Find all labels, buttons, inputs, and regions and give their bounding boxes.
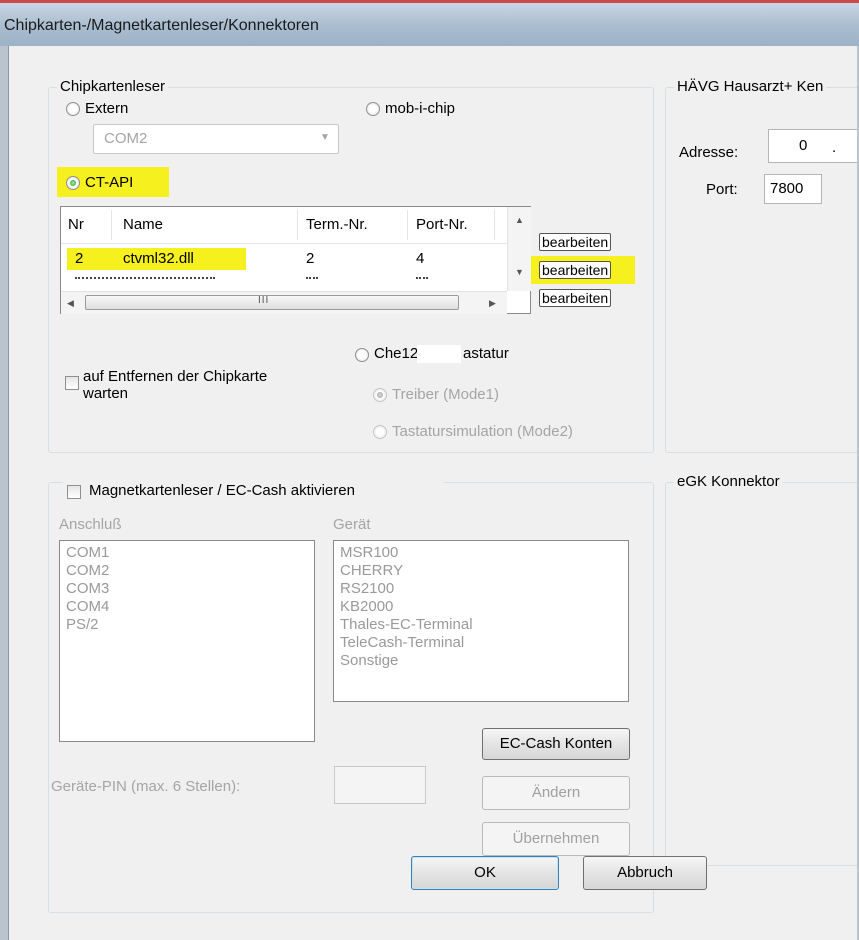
column-divider xyxy=(407,210,408,240)
table-row[interactable]: 2 ctvml32.dll 2 4 xyxy=(61,245,507,271)
port-list-item[interactable]: COM4 xyxy=(66,598,314,616)
port-label: Port: xyxy=(706,181,738,198)
col-header-nr[interactable]: Nr xyxy=(68,216,84,233)
ctapi-table: Nr Name Term.-Nr. Port-Nr. 2 ctvml32.dll… xyxy=(60,206,531,314)
table-header: Nr Name Term.-Nr. Port-Nr. xyxy=(61,207,507,244)
magnet-activate-label: Magnetkartenleser / EC-Cash aktivieren xyxy=(89,482,355,499)
port-header: Anschluß xyxy=(59,516,122,533)
extern-label: Extern xyxy=(85,100,129,117)
port-list-item[interactable]: COM1 xyxy=(66,544,314,562)
mode2-label: Tastatursimulation (Mode2) xyxy=(392,423,573,440)
vertical-scrollbar[interactable]: ▲ ▼ xyxy=(507,207,531,291)
scroll-down-icon[interactable]: ▼ xyxy=(515,267,524,277)
ok-button[interactable]: OK xyxy=(411,856,559,890)
mode1-label: Treiber (Mode1) xyxy=(392,386,499,403)
device-header: Gerät xyxy=(333,516,371,533)
scroll-left-icon[interactable]: ◀ xyxy=(67,298,74,309)
cell-name: ctvml32.dll xyxy=(123,250,194,267)
scroll-up-icon[interactable]: ▲ xyxy=(515,215,524,225)
pin-field[interactable] xyxy=(334,766,426,804)
title-bar: Chipkarten-/Magnetkartenleser/Konnektore… xyxy=(0,0,859,46)
partial-row-text xyxy=(306,271,318,279)
mobichip-radio[interactable] xyxy=(366,102,380,116)
col-header-port[interactable]: Port-Nr. xyxy=(416,216,468,233)
cell-port: 4 xyxy=(416,250,425,267)
cancel-button[interactable]: Abbruch xyxy=(583,856,707,890)
col-header-name[interactable]: Name xyxy=(123,216,163,233)
egk-group: eGK Konnektor xyxy=(665,473,859,866)
column-divider xyxy=(297,210,298,240)
dialog-body: Chipkartenleser Extern mob-i-chip COM2 ▼… xyxy=(8,46,859,940)
ec-cash-accounts-button[interactable]: EC-Cash Konten xyxy=(482,728,630,760)
chevron-down-icon: ▼ xyxy=(320,132,330,143)
cell-term: 2 xyxy=(306,250,315,267)
port-field[interactable]: 7800 xyxy=(764,174,822,204)
device-list-item[interactable]: Sonstige xyxy=(340,652,628,670)
edit-button-1[interactable]: bearbeiten xyxy=(539,233,612,251)
address-field[interactable]: 0 . xyxy=(768,129,859,163)
ctapi-label: CT-API xyxy=(85,174,134,191)
device-list-item[interactable]: MSR100 xyxy=(340,544,628,562)
extern-radio[interactable] xyxy=(66,102,80,116)
wait-remove-checkbox[interactable] xyxy=(65,376,79,390)
mobichip-label: mob-i-chip xyxy=(385,100,456,117)
mode1-radio[interactable] xyxy=(373,388,387,402)
partial-row-text xyxy=(75,271,215,279)
column-divider xyxy=(111,210,112,240)
address-value: 0 xyxy=(799,137,808,154)
port-listbox[interactable]: COM1 COM2 COM3 COM4 PS/2 xyxy=(59,540,315,742)
port-list-item[interactable]: PS/2 xyxy=(66,616,314,634)
edit-button-3[interactable]: bearbeiten xyxy=(539,289,612,307)
address-label: Adresse: xyxy=(679,144,739,161)
device-list-item[interactable]: Thales-EC-Terminal xyxy=(340,616,628,634)
edit-button-2[interactable]: bearbeiten xyxy=(539,261,612,279)
device-list-item[interactable]: KB2000 xyxy=(340,598,628,616)
port-value: 7800 xyxy=(770,180,804,197)
port-list-item[interactable]: COM2 xyxy=(66,562,314,580)
address-dot: . xyxy=(832,139,837,156)
column-divider xyxy=(494,210,495,240)
keyboard-radio[interactable] xyxy=(355,348,369,362)
device-listbox[interactable]: MSR100 CHERRY RS2100 KB2000 Thales-EC-Termin… xyxy=(333,540,629,702)
cell-nr: 2 xyxy=(75,250,84,267)
scroll-thumb-grip: III xyxy=(258,295,270,306)
table-row-partial[interactable] xyxy=(61,271,507,279)
mode2-radio[interactable] xyxy=(373,425,387,439)
com-select[interactable]: COM2 ▼ xyxy=(93,124,339,154)
col-header-term[interactable]: Term.-Nr. xyxy=(306,216,368,233)
egk-legend: eGK Konnektor xyxy=(674,473,783,490)
apply-button[interactable]: Übernehmen xyxy=(482,822,630,856)
wait-remove-label-2: warten xyxy=(83,385,129,402)
chipcard-legend: Chipkartenleser xyxy=(57,78,169,95)
havg-legend: HÄVG Hausarzt+ Ken xyxy=(674,78,827,95)
scroll-right-icon[interactable]: ▶ xyxy=(489,298,496,309)
magnet-activate-checkbox[interactable] xyxy=(67,485,81,499)
device-list-item[interactable]: RS2100 xyxy=(340,580,628,598)
keyboard-label-a: Che12 xyxy=(374,345,419,362)
keyboard-label-b: astatur xyxy=(463,345,509,362)
device-list-item[interactable]: CHERRY xyxy=(340,562,628,580)
ctapi-radio[interactable] xyxy=(66,176,80,190)
change-button[interactable]: Ändern xyxy=(482,776,630,810)
partial-row-text xyxy=(416,271,428,279)
port-list-item[interactable]: COM3 xyxy=(66,580,314,598)
window-title: Chipkarten-/Magnetkartenleser/Konnektore… xyxy=(4,17,319,34)
horizontal-scrollbar[interactable]: ◀ III ▶ xyxy=(61,291,507,314)
com-select-value: COM2 xyxy=(104,130,148,147)
scroll-thumb[interactable]: III xyxy=(85,295,459,310)
pin-label: Geräte-PIN (max. 6 Stellen): xyxy=(51,778,241,795)
device-list-item[interactable]: TeleCash-Terminal xyxy=(340,634,628,652)
redaction-box xyxy=(417,345,461,363)
wait-remove-label-1: auf Entfernen der Chipkarte xyxy=(83,368,268,385)
